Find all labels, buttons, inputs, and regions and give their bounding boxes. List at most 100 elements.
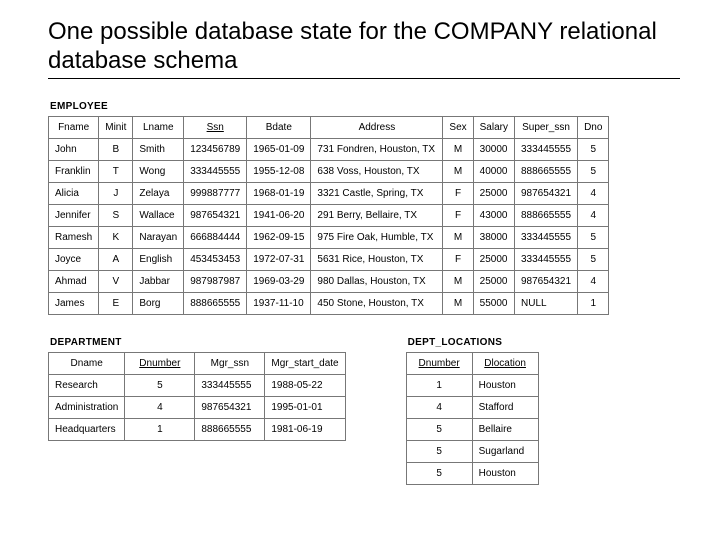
department-cell: 5: [125, 374, 195, 396]
table-row: AhmadVJabbar9879879871969-03-29980 Dalla…: [49, 270, 609, 292]
department-cell: 1: [125, 418, 195, 440]
dept-locations-cell: Stafford: [472, 396, 538, 418]
dept-locations-cell: Houston: [472, 462, 538, 484]
employee-cell: NULL: [515, 292, 578, 314]
employee-cell: 333445555: [515, 248, 578, 270]
employee-cell: F: [443, 204, 473, 226]
table-row: 1Houston: [406, 374, 538, 396]
department-cell: 987654321: [195, 396, 265, 418]
table-row: FranklinTWong3334455551955-12-08638 Voss…: [49, 160, 609, 182]
dept-locations-header: Dnumber: [406, 352, 472, 374]
employee-cell: Franklin: [49, 160, 99, 182]
employee-cell: 1: [578, 292, 609, 314]
employee-cell: 1937-11-10: [247, 292, 311, 314]
employee-cell: Smith: [133, 138, 184, 160]
employee-cell: 333445555: [515, 138, 578, 160]
employee-cell: 4: [578, 204, 609, 226]
department-header: Mgr_start_date: [265, 352, 345, 374]
employee-header: Ssn: [184, 116, 247, 138]
employee-cell: 25000: [473, 270, 514, 292]
employee-cell: Jabbar: [133, 270, 184, 292]
employee-cell: F: [443, 248, 473, 270]
employee-cell: 5: [578, 138, 609, 160]
employee-cell: Alicia: [49, 182, 99, 204]
department-header: Dname: [49, 352, 125, 374]
dept-locations-cell: 5: [406, 418, 472, 440]
employee-cell: 1941-06-20: [247, 204, 311, 226]
dept-locations-table: DnumberDlocation 1Houston4Stafford5Bella…: [406, 352, 539, 485]
employee-cell: 638 Voss, Houston, TX: [311, 160, 443, 182]
employee-cell: English: [133, 248, 184, 270]
employee-cell: 333445555: [184, 160, 247, 182]
employee-header: Fname: [49, 116, 99, 138]
employee-cell: Zelaya: [133, 182, 184, 204]
employee-cell: 1962-09-15: [247, 226, 311, 248]
department-cell: 1981-06-19: [265, 418, 345, 440]
table-row: Administration49876543211995-01-01: [49, 396, 346, 418]
table-row: JamesEBorg8886655551937-11-10450 Stone, …: [49, 292, 609, 314]
employee-header: Sex: [443, 116, 473, 138]
employee-cell: M: [443, 226, 473, 248]
employee-cell: A: [99, 248, 133, 270]
employee-cell: Borg: [133, 292, 184, 314]
employee-cell: 333445555: [515, 226, 578, 248]
employee-cell: 987654321: [515, 270, 578, 292]
employee-cell: M: [443, 292, 473, 314]
employee-header: Super_ssn: [515, 116, 578, 138]
employee-header: Salary: [473, 116, 514, 138]
dept-locations-header: Dlocation: [472, 352, 538, 374]
employee-cell: 38000: [473, 226, 514, 248]
employee-cell: S: [99, 204, 133, 226]
employee-header: Dno: [578, 116, 609, 138]
employee-label: EMPLOYEE: [50, 101, 680, 112]
employee-cell: 987987987: [184, 270, 247, 292]
employee-cell: John: [49, 138, 99, 160]
employee-cell: T: [99, 160, 133, 182]
employee-cell: 4: [578, 270, 609, 292]
employee-cell: Wallace: [133, 204, 184, 226]
department-cell: 1995-01-01: [265, 396, 345, 418]
employee-cell: 888665555: [515, 204, 578, 226]
employee-cell: 980 Dallas, Houston, TX: [311, 270, 443, 292]
employee-cell: 731 Fondren, Houston, TX: [311, 138, 443, 160]
employee-cell: 123456789: [184, 138, 247, 160]
table-row: JohnBSmith1234567891965-01-09731 Fondren…: [49, 138, 609, 160]
department-cell: 1988-05-22: [265, 374, 345, 396]
table-row: 4Stafford: [406, 396, 538, 418]
employee-cell: 40000: [473, 160, 514, 182]
employee-cell: 1969-03-29: [247, 270, 311, 292]
department-cell: 4: [125, 396, 195, 418]
employee-cell: Joyce: [49, 248, 99, 270]
dept-locations-cell: Houston: [472, 374, 538, 396]
employee-cell: 3321 Castle, Spring, TX: [311, 182, 443, 204]
employee-cell: 1968-01-19: [247, 182, 311, 204]
table-row: AliciaJZelaya9998877771968-01-193321 Cas…: [49, 182, 609, 204]
employee-cell: M: [443, 270, 473, 292]
department-cell: 888665555: [195, 418, 265, 440]
employee-cell: 4: [578, 182, 609, 204]
employee-cell: 987654321: [515, 182, 578, 204]
employee-cell: 888665555: [184, 292, 247, 314]
employee-cell: Jennifer: [49, 204, 99, 226]
employee-cell: F: [443, 182, 473, 204]
dept-locations-cell: 1: [406, 374, 472, 396]
employee-header: Lname: [133, 116, 184, 138]
employee-cell: 5: [578, 160, 609, 182]
employee-cell: 666884444: [184, 226, 247, 248]
employee-cell: 987654321: [184, 204, 247, 226]
department-cell: Research: [49, 374, 125, 396]
department-table: DnameDnumberMgr_ssnMgr_start_date Resear…: [48, 352, 346, 441]
employee-cell: J: [99, 182, 133, 204]
employee-cell: 25000: [473, 182, 514, 204]
dept-locations-cell: 5: [406, 462, 472, 484]
employee-cell: 25000: [473, 248, 514, 270]
table-row: 5Bellaire: [406, 418, 538, 440]
employee-cell: V: [99, 270, 133, 292]
table-row: JoyceAEnglish4534534531972-07-315631 Ric…: [49, 248, 609, 270]
department-header: Mgr_ssn: [195, 352, 265, 374]
employee-cell: K: [99, 226, 133, 248]
employee-header: Address: [311, 116, 443, 138]
employee-cell: 1972-07-31: [247, 248, 311, 270]
employee-cell: 55000: [473, 292, 514, 314]
employee-cell: 453453453: [184, 248, 247, 270]
